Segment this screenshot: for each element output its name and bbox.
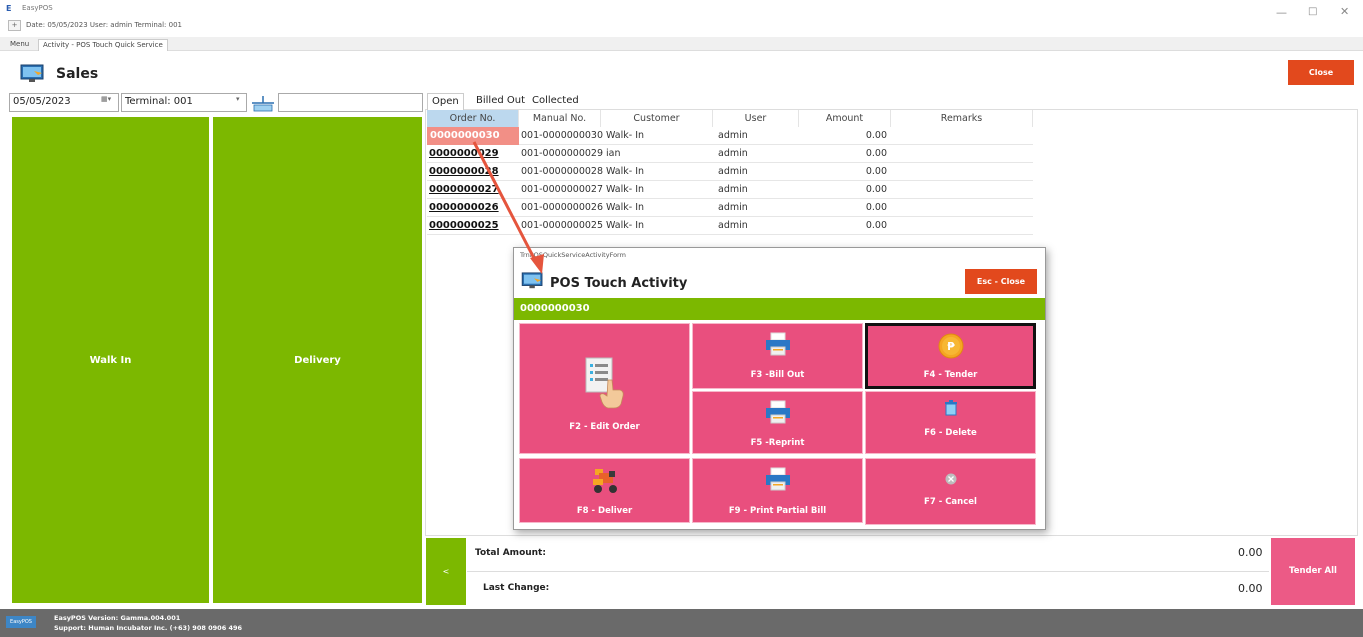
column-header-user[interactable]: User (713, 110, 799, 127)
order-number-bar (514, 298, 1045, 320)
user-cell: admin (718, 202, 748, 213)
esc-close-button[interactable]: Esc - Close (965, 269, 1037, 294)
printer-icon (765, 400, 790, 424)
cancel-label: F7 - Cancel (924, 497, 977, 507)
delivery-icon (592, 469, 617, 493)
trash-icon (944, 400, 957, 416)
coin-icon: ₱ (938, 333, 963, 359)
user-cell: admin (718, 130, 748, 141)
column-header-manual-no[interactable]: Manual No. (519, 110, 601, 127)
user-cell: admin (718, 220, 748, 231)
close-button[interactable]: Close (1288, 60, 1354, 85)
search-input[interactable] (278, 93, 423, 112)
delete-button[interactable]: F6 - Delete (865, 391, 1036, 454)
tender-label: F4 - Tender (923, 370, 978, 380)
amount-cell: 0.00 (865, 130, 887, 141)
last-change-label: Last Change: (483, 583, 550, 593)
app-title: EasyPOS (22, 4, 53, 12)
tab-collected[interactable]: Collected (528, 93, 583, 110)
cancel-button[interactable]: F7 - Cancel (865, 458, 1036, 525)
dialog-title: POS Touch Activity (550, 276, 688, 291)
calendar-icon[interactable]: ▦▾ (101, 95, 111, 103)
user-cell: admin (718, 148, 748, 159)
bill-out-button[interactable]: F3 -Bill Out (692, 323, 863, 389)
tender-button[interactable]: ₱ F4 - Tender (865, 323, 1036, 389)
total-amount-value: 0.00 (1238, 546, 1263, 559)
walk-in-button[interactable]: Walk In (12, 117, 209, 603)
amount-cell: 0.00 (865, 184, 887, 195)
document-tab-bar (0, 37, 1363, 51)
tab-menu[interactable]: Menu (6, 39, 33, 51)
app-logo-icon: E (6, 4, 12, 13)
chevron-down-icon[interactable]: ▾ (236, 95, 240, 103)
column-header-remarks[interactable]: Remarks (891, 110, 1033, 127)
printer-icon (765, 467, 790, 491)
version-text: EasyPOS Version: Gamma.004.001 (54, 614, 181, 622)
footer-bar (0, 609, 1363, 637)
column-header-customer[interactable]: Customer (601, 110, 713, 127)
document-hand-icon (585, 357, 624, 409)
bill-out-label: F3 -Bill Out (750, 370, 805, 380)
svg-text:₱: ₱ (947, 340, 955, 353)
print-partial-bill-label: F9 - Print Partial Bill (728, 506, 827, 516)
amount-cell: 0.00 (865, 202, 887, 213)
column-header-order-no[interactable]: Order No. (427, 110, 519, 127)
deliver-label: F8 - Deliver (576, 506, 633, 516)
selected-order-number: 0000000030 (520, 303, 590, 314)
last-change-value: 0.00 (1238, 582, 1263, 595)
divider (467, 571, 1269, 572)
user-cell: admin (718, 184, 748, 195)
print-partial-bill-button[interactable]: F9 - Print Partial Bill (692, 458, 863, 523)
footer-logo-icon: EasyPOS (6, 616, 36, 628)
tab-open[interactable]: Open (427, 93, 464, 110)
tab-activity[interactable]: Activity - POS Touch Quick Service (38, 39, 168, 51)
amount-cell: 0.00 (865, 166, 887, 177)
tab-billed-out[interactable]: Billed Out (472, 93, 529, 110)
deliver-button[interactable]: F8 - Deliver (519, 458, 690, 523)
monitor-icon (20, 64, 44, 82)
delivery-button[interactable]: Delivery (213, 117, 422, 603)
reprint-button[interactable]: F5 -Reprint (692, 391, 863, 454)
printer-icon (765, 332, 790, 356)
cancel-icon (945, 473, 956, 485)
expand-button[interactable]: + (8, 20, 21, 31)
user-cell: admin (718, 166, 748, 177)
column-header-amount[interactable]: Amount (799, 110, 891, 127)
maximize-button[interactable]: □ (1308, 6, 1317, 17)
collapse-button[interactable]: < (426, 538, 466, 605)
page-title: Sales (56, 66, 99, 82)
minimize-button[interactable]: — (1276, 6, 1287, 19)
support-text: Support: Human Incubator Inc. (+63) 908 … (54, 624, 243, 632)
title-bar (0, 0, 1363, 36)
total-amount-label: Total Amount: (475, 548, 546, 558)
amount-cell: 0.00 (865, 220, 887, 231)
tender-all-button[interactable]: Tender All (1271, 538, 1355, 605)
edit-order-button[interactable]: F2 - Edit Order (519, 323, 690, 454)
edit-order-label: F2 - Edit Order (569, 422, 640, 432)
amount-cell: 0.00 (865, 148, 887, 159)
window-close-button[interactable]: ✕ (1340, 5, 1349, 18)
annotation-arrow (472, 141, 544, 274)
reprint-label: F5 -Reprint (750, 438, 805, 448)
session-status: Date: 05/05/2023 User: admin Terminal: 0… (26, 21, 182, 29)
terminal-select[interactable]: Terminal: 001 (121, 93, 247, 112)
keyboard-icon[interactable] (250, 94, 276, 113)
delete-label: F6 - Delete (924, 428, 977, 438)
